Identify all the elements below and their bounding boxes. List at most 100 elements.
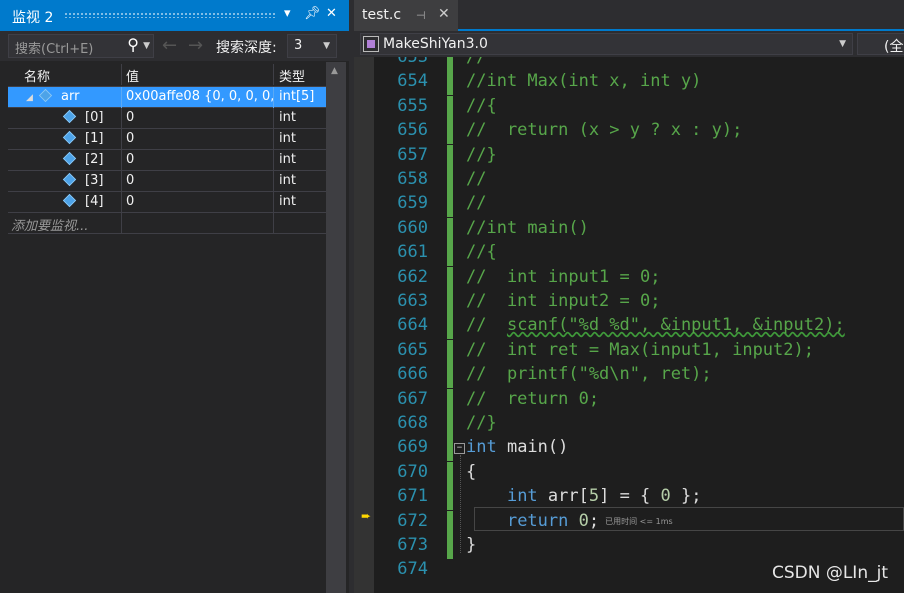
row-type: int [279,173,296,188]
scope-guide [460,455,461,553]
tab-label: test.c [362,7,402,23]
add-watch-placeholder[interactable]: 添加要监视... [8,213,122,234]
search-icon[interactable]: ⚲ [127,35,139,54]
forward-arrow-icon[interactable]: → [188,35,203,56]
row-name: [0] [85,110,104,125]
change-marker [447,242,453,267]
row-value[interactable]: 0 [122,192,274,213]
column-header-name[interactable]: 名称 [8,64,122,85]
code-line[interactable]: // return (x > y ? x : y); [466,120,742,144]
column-header-type[interactable]: 类型 [274,64,326,85]
scroll-up-icon[interactable]: ▲ [331,66,338,76]
change-marker [447,193,453,218]
line-number: 665 [397,339,428,360]
field-icon [62,130,77,145]
search-depth-label: 搜索深度: [216,40,277,56]
line-number: 673 [397,535,428,555]
code-line[interactable]: //{ [466,96,497,120]
watch-row-child[interactable]: [2] 0 int [8,150,326,171]
line-number: 660 [397,217,428,238]
watch-title-bar[interactable]: 监视 2 ▾ 📌︎ ✕ [0,0,349,31]
close-icon[interactable]: ✕ [438,6,450,22]
code-line[interactable]: // scanf("%d %d", &input1, &input2); [466,315,845,339]
code-line[interactable]: } [466,535,476,559]
line-number: 664 [397,315,428,336]
project-icon [363,36,379,52]
code-line[interactable]: // int input1 = 0; [466,267,660,291]
field-icon [62,109,77,124]
back-arrow-icon[interactable]: ← [162,35,177,56]
chevron-down-icon[interactable]: ▼ [143,41,150,51]
row-type: int[5] [279,89,315,104]
code-line[interactable]: // return 0; [466,389,599,413]
watch-row-child[interactable]: [0] 0 int [8,108,326,129]
row-value[interactable]: 0 [122,150,274,171]
close-icon[interactable]: ✕ [326,6,337,21]
code-line[interactable]: int main() [466,437,568,461]
row-name: [1] [85,131,104,146]
add-watch-row[interactable]: 添加要监视... [8,213,326,234]
row-value[interactable]: 0 [122,108,274,129]
row-value[interactable]: 0 [122,129,274,150]
chevron-down-icon: ▼ [323,41,330,51]
code-line[interactable]: //} [466,413,497,437]
column-header-value[interactable]: 值 [122,64,274,85]
change-marker [447,71,453,96]
pin-icon[interactable]: ⊣ [416,9,426,22]
row-value[interactable]: 0x00affe08 {0, 0, 0, 0,... [122,87,274,108]
code-line[interactable]: return 0; 已用时间 <= 1ms [466,511,673,535]
line-number: 663 [397,291,428,311]
field-icon [62,172,77,187]
code-area[interactable]: 653//654//int Max(int x, int y) 655//{656… [374,57,904,593]
code-line[interactable]: //{ [466,242,497,266]
indicator-margin[interactable]: ➨ [354,57,374,593]
row-value[interactable]: 0 [122,171,274,192]
code-line[interactable]: //} [466,145,497,169]
change-marker [447,413,453,437]
change-marker [447,364,453,389]
perf-tip[interactable]: 已用时间 <= 1ms [605,517,673,526]
line-number: 653 [397,57,428,67]
variable-icon [38,88,53,103]
row-name: arr [61,89,80,104]
search-depth-value: 3 [294,38,303,53]
line-number: 657 [397,144,428,165]
code-line[interactable]: // int ret = Max(input1, input2); [466,340,814,364]
change-marker [447,266,453,291]
code-line[interactable]: //int Max(int x, int y) [466,71,701,95]
instruction-pointer-icon: ➨ [361,509,372,523]
panel-menu-icon[interactable]: ▾ [284,6,291,21]
chevron-down-icon: ▼ [839,39,846,49]
row-type: int [279,194,296,209]
navigation-bar: MakeShiYan3.0 ▼ (全 [354,31,904,57]
code-line[interactable]: { [466,462,476,486]
tab-test-c[interactable]: test.c ⊣ ✕ [354,0,458,31]
code-line[interactable]: // [466,193,486,217]
project-dropdown[interactable]: MakeShiYan3.0 ▼ [360,33,853,55]
change-marker [447,535,453,559]
row-type: int [279,110,296,125]
change-marker [447,388,453,413]
search-input[interactable]: 搜索(Ctrl+E) ⚲ ▼ [8,34,154,58]
line-number: 674 [397,559,428,580]
code-line[interactable]: int arr[5] = { 0 }; [466,486,702,510]
editor-tab-bar: test.c ⊣ ✕ [354,0,904,31]
pin-icon[interactable]: 📌︎ [304,6,321,21]
watch-row-arr[interactable]: ◢ arr 0x00affe08 {0, 0, 0, 0,... int[5] [8,87,326,108]
title-grip [64,12,277,18]
watch-row-child[interactable]: [1] 0 int [8,129,326,150]
watch-row-child[interactable]: [3] 0 int [8,171,326,192]
code-line[interactable]: //int main() [466,218,589,242]
scope-dropdown[interactable]: (全 [857,33,904,55]
search-depth-select[interactable]: 3 ▼ [287,34,337,58]
line-number: 662 [397,266,428,287]
watch-scrollbar[interactable]: ▲ [326,62,346,593]
collapse-icon[interactable]: − [454,443,465,455]
change-marker [447,486,453,511]
code-line[interactable]: // printf("%d\n", ret); [466,364,712,388]
watch-grid: 名称 值 类型 ◢ arr 0x00affe08 {0, 0, 0, 0,... … [8,62,326,593]
code-line[interactable]: // [466,169,486,193]
watch-row-child[interactable]: [4] 0 int [8,192,326,213]
code-line[interactable]: // int input2 = 0; [466,291,660,315]
code-line[interactable]: // [466,57,486,71]
